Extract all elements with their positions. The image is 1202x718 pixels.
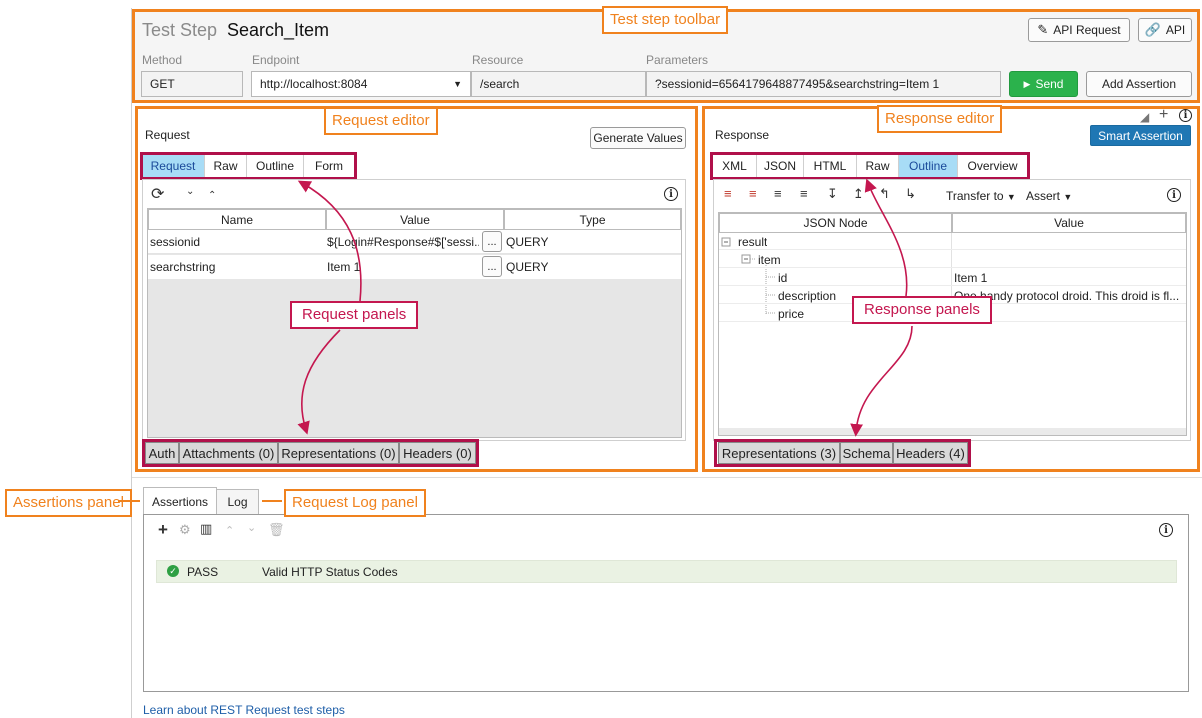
- annotation-arrows: [118, 178, 913, 502]
- arrow-request-panels-up: [297, 180, 362, 302]
- arrow-request-panels-down: [297, 329, 341, 435]
- arrow-response-panels-up: [864, 178, 908, 297]
- arrow-response-panels-down: [850, 325, 913, 437]
